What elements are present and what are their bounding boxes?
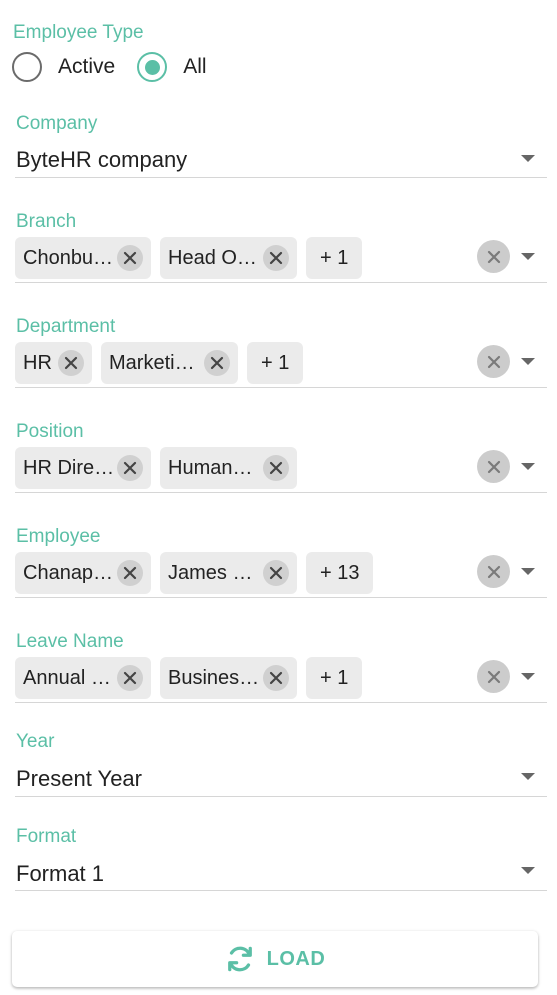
chip-remove-icon[interactable] [204, 350, 230, 376]
department-select[interactable]: HR Marketi… + 1 [15, 342, 547, 388]
department-label: Department [16, 316, 116, 337]
department-dropdown-icon[interactable] [521, 358, 535, 365]
branch-select[interactable]: Chonbu… Head O… + 1 [15, 237, 547, 283]
position-chip[interactable]: HR Dire… [15, 447, 151, 489]
leave-name-clear-icon[interactable] [477, 660, 510, 693]
leave-name-dropdown-icon[interactable] [521, 673, 535, 680]
chip-remove-icon[interactable] [117, 560, 143, 586]
position-dropdown-icon[interactable] [521, 463, 535, 470]
employee-type-label: Employee Type [13, 22, 144, 43]
department-chip[interactable]: Marketi… [101, 342, 238, 384]
chip-remove-icon[interactable] [117, 455, 143, 481]
branch-chip-label: Chonbu… [23, 246, 113, 269]
branch-chip[interactable]: Head O… [160, 237, 297, 279]
leave-name-chip[interactable]: Busines… [160, 657, 297, 699]
year-dropdown-icon[interactable] [521, 773, 535, 780]
format-value: Format 1 [16, 861, 105, 886]
employee-dropdown-icon[interactable] [521, 568, 535, 575]
load-button-label: LOAD [266, 947, 326, 970]
employee-clear-icon[interactable] [477, 555, 510, 588]
radio-active-label: Active [58, 55, 116, 78]
radio-active-circle[interactable] [12, 52, 42, 82]
employee-chip-label: Chanap… [23, 561, 113, 584]
department-more-chip[interactable]: + 1 [247, 342, 304, 384]
format-select[interactable]: Format 1 [15, 855, 547, 891]
leave-name-label: Leave Name [16, 631, 124, 652]
branch-more-chip[interactable]: + 1 [306, 237, 363, 279]
leave-name-more-chip[interactable]: + 1 [306, 657, 363, 699]
chip-remove-icon[interactable] [263, 245, 289, 271]
radio-all[interactable]: All [137, 52, 207, 82]
employee-chip[interactable]: Chanap… [15, 552, 151, 594]
position-chip-label: Human… [168, 456, 253, 479]
year-label: Year [16, 731, 55, 752]
chip-remove-icon[interactable] [263, 455, 289, 481]
format-label: Format [16, 826, 77, 847]
employee-chip[interactable]: James … [160, 552, 297, 594]
employee-chip-label: James … [168, 561, 253, 584]
position-clear-icon[interactable] [477, 450, 510, 483]
chip-remove-icon[interactable] [117, 665, 143, 691]
branch-label: Branch [16, 211, 77, 232]
radio-all-label: All [183, 55, 207, 78]
leave-name-select[interactable]: Annual … Busines… + 1 [15, 657, 547, 703]
leave-name-chip-label: Busines… [168, 666, 258, 689]
employee-select[interactable]: Chanap… James … + 13 [15, 552, 547, 598]
refresh-icon [227, 946, 252, 972]
company-label: Company [16, 113, 98, 134]
employee-more-chip[interactable]: + 13 [306, 552, 374, 594]
position-select[interactable]: HR Dire… Human… [15, 447, 547, 493]
company-select[interactable]: ByteHR company [15, 142, 547, 178]
leave-name-chip-label: Annual … [23, 666, 111, 689]
employee-type-radio-group: Active All [12, 52, 207, 82]
leave-name-chip[interactable]: Annual … [15, 657, 151, 699]
employee-label: Employee [16, 526, 101, 547]
branch-dropdown-icon[interactable] [521, 253, 535, 260]
department-chip-label: HR [23, 351, 52, 374]
load-button[interactable]: LOAD [12, 931, 538, 987]
radio-active[interactable]: Active [12, 52, 115, 82]
chip-remove-icon[interactable] [117, 245, 143, 271]
radio-all-circle[interactable] [137, 52, 168, 82]
year-select[interactable]: Present Year [15, 760, 547, 797]
department-chip[interactable]: HR [15, 342, 92, 384]
chip-remove-icon[interactable] [263, 665, 289, 691]
branch-chip-label: Head O… [168, 246, 257, 269]
format-dropdown-icon[interactable] [521, 867, 535, 874]
branch-clear-icon[interactable] [477, 240, 510, 273]
position-chip[interactable]: Human… [160, 447, 297, 489]
branch-chip[interactable]: Chonbu… [15, 237, 151, 279]
chip-remove-icon[interactable] [58, 350, 84, 376]
department-chip-label: Marketi… [109, 351, 195, 374]
company-dropdown-icon[interactable] [521, 155, 535, 162]
year-value: Present Year [16, 766, 142, 791]
department-clear-icon[interactable] [477, 345, 510, 378]
company-value: ByteHR company [16, 147, 188, 172]
position-label: Position [16, 421, 84, 442]
chip-remove-icon[interactable] [263, 560, 289, 586]
position-chip-label: HR Dire… [23, 456, 113, 479]
